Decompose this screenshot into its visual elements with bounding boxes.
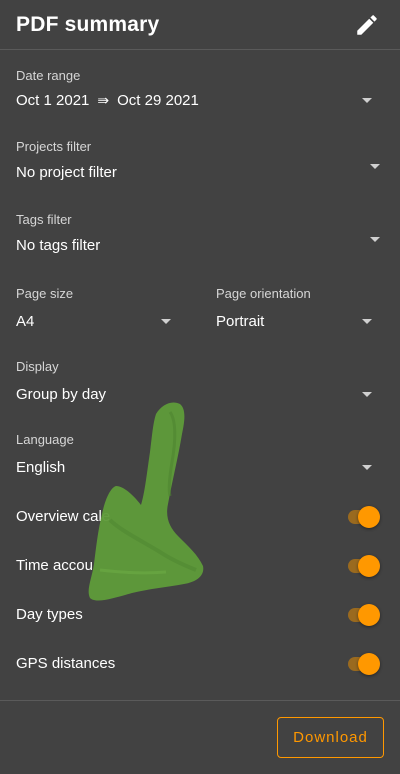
- page-orientation-label: Page orientation: [216, 286, 311, 301]
- chevron-down-icon: [161, 319, 171, 324]
- switch-thumb: [358, 653, 380, 675]
- toggle-row-day-types: Day types: [0, 597, 400, 637]
- chevron-down-icon: [370, 237, 380, 242]
- page-title: PDF summary: [16, 13, 160, 36]
- download-button[interactable]: Download: [277, 717, 384, 758]
- chevron-down-icon: [362, 465, 372, 470]
- chevron-down-icon: [362, 392, 372, 397]
- toggle-row-gps-distances: GPS distances: [0, 646, 400, 686]
- projects-filter-value: No project filter: [16, 164, 117, 181]
- tags-filter-label: Tags filter: [16, 212, 72, 227]
- toggle-row-time-accounts: Time accou: [0, 548, 400, 588]
- language-field[interactable]: Language English: [16, 432, 384, 480]
- date-range-value: Oct 1 2021 ⇛ Oct 29 2021: [16, 92, 199, 109]
- footer-divider: [0, 700, 400, 701]
- display-value: Group by day: [16, 386, 107, 403]
- projects-filter-field[interactable]: Projects filter No project filter: [16, 139, 384, 187]
- switch-thumb: [358, 506, 380, 528]
- switch-thumb: [358, 555, 380, 577]
- tags-filter-value: No tags filter: [16, 237, 101, 254]
- date-range-label: Date range: [16, 68, 81, 83]
- toggle-label: GPS distances: [16, 655, 116, 672]
- tags-filter-field[interactable]: Tags filter No tags filter: [16, 212, 384, 260]
- date-range-end: Oct 29 2021: [117, 92, 199, 109]
- chevron-down-icon: [362, 98, 372, 103]
- overview-calendar-switch[interactable]: [346, 505, 382, 529]
- language-label: Language: [16, 432, 74, 447]
- display-label: Display: [16, 359, 59, 374]
- switch-thumb: [358, 604, 380, 626]
- page-orientation-field[interactable]: Page orientation Portrait: [216, 286, 384, 334]
- toggle-label: Time accou: [16, 557, 93, 574]
- language-value: English: [16, 459, 66, 476]
- day-types-switch[interactable]: [346, 603, 382, 627]
- toggle-label: Day types: [16, 606, 83, 623]
- date-range-separator: ⇛: [97, 92, 110, 108]
- time-accounts-switch[interactable]: [346, 554, 382, 578]
- toggle-label: Overview cale: [16, 508, 111, 525]
- toggle-row-overview-calendar: Overview cale: [0, 499, 400, 539]
- date-range-start: Oct 1 2021: [16, 92, 90, 109]
- display-field[interactable]: Display Group by day: [16, 359, 384, 407]
- pdf-summary-screen: PDF summary Date range Oct 1 2021 ⇛ Oct 29…: [0, 0, 400, 774]
- gps-distances-switch[interactable]: [346, 652, 382, 676]
- page-orientation-value: Portrait: [216, 313, 265, 330]
- pencil-icon[interactable]: [354, 12, 380, 38]
- date-range-field[interactable]: Date range Oct 1 2021 ⇛ Oct 29 2021: [16, 68, 384, 116]
- page-size-value: A4: [16, 313, 35, 330]
- page-size-field[interactable]: Page size A4: [16, 286, 182, 334]
- header-bar: PDF summary: [0, 0, 400, 50]
- chevron-down-icon: [362, 319, 372, 324]
- page-size-label: Page size: [16, 286, 74, 301]
- projects-filter-label: Projects filter: [16, 139, 92, 154]
- chevron-down-icon: [370, 164, 380, 169]
